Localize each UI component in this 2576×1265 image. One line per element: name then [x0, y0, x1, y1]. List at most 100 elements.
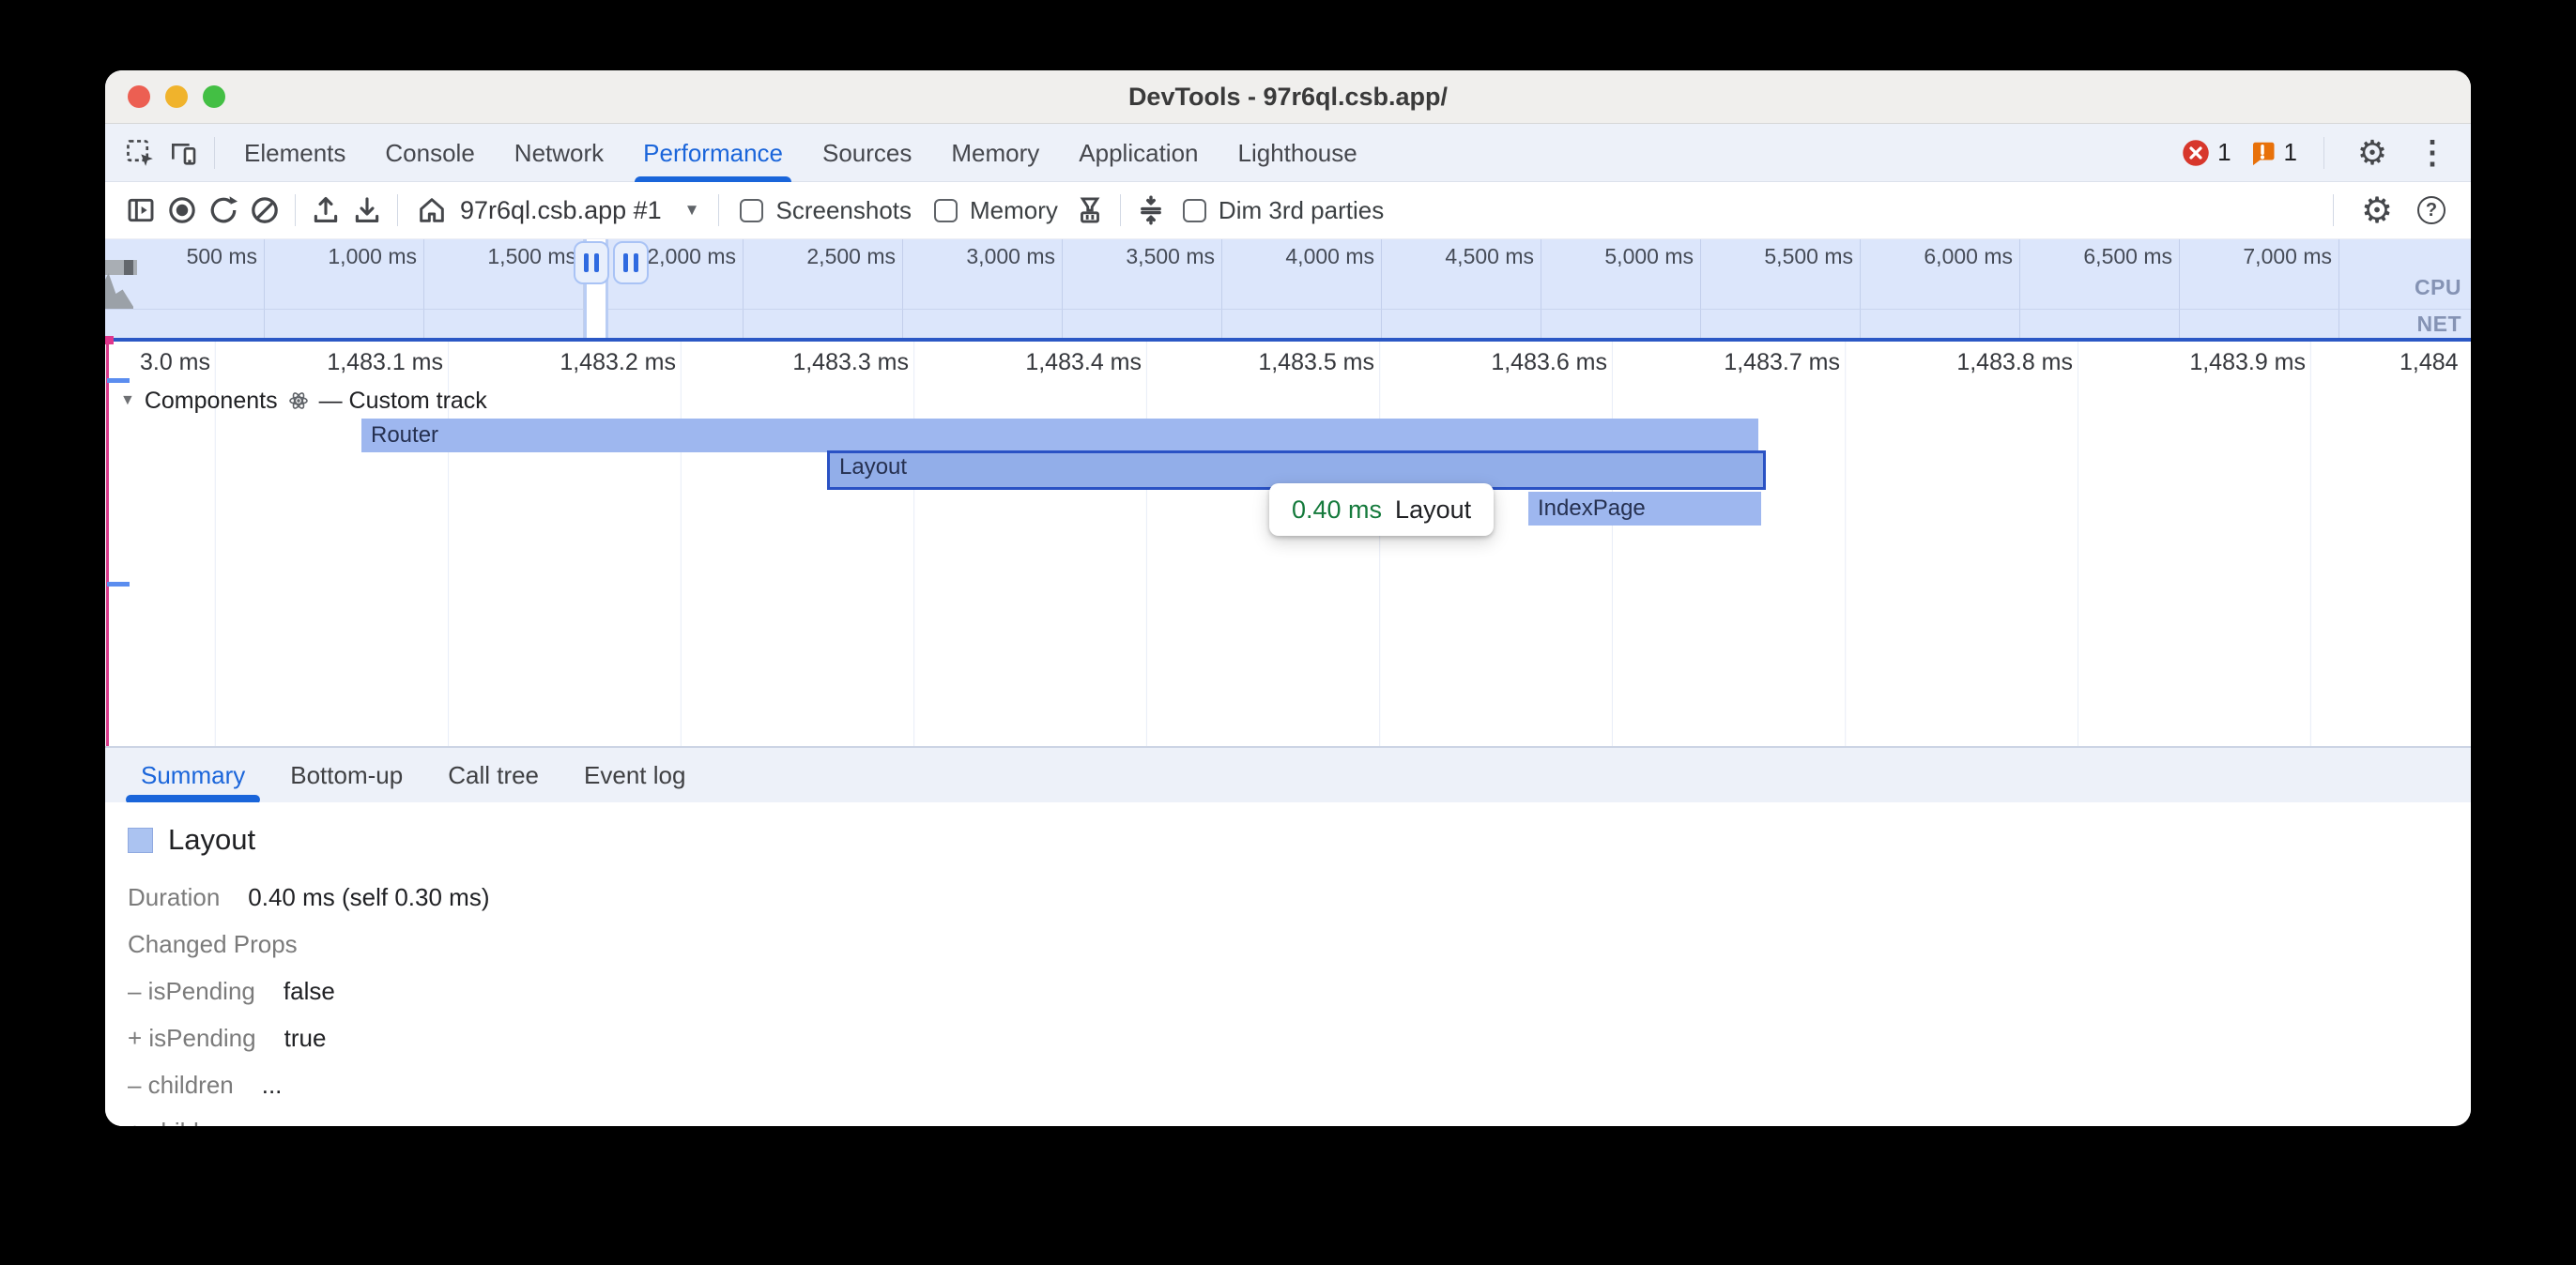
console-errors-badge[interactable]: 1: [2182, 138, 2231, 167]
track-name: Components: [145, 388, 278, 415]
dim-3rd-parties-checkbox[interactable]: Dim 3rd parties: [1183, 196, 1384, 225]
issue-count: 1: [2284, 138, 2297, 167]
ruler-tick: 1,483.8 ms: [1885, 349, 2073, 376]
summary-row-duration: Duration0.40 ms (self 0.30 ms): [128, 883, 2471, 912]
checkbox-box: [740, 199, 763, 222]
reload-and-record-icon[interactable]: [203, 186, 244, 235]
ruler-tick: 1,484: [2400, 349, 2471, 376]
download-profile-icon[interactable]: [346, 186, 388, 235]
track-boundary-marker: [106, 342, 109, 746]
screenshots-checkbox[interactable]: Screenshots: [740, 196, 912, 225]
summary-row-children-new: + children...: [128, 1118, 2471, 1126]
flame-bar-router[interactable]: Router: [361, 419, 1758, 452]
components-track-header[interactable]: ▼ Components — Custom track: [120, 387, 487, 415]
error-count: 1: [2217, 138, 2231, 167]
ruler-tick: 1,483.3 ms: [721, 349, 909, 376]
window-title: DevTools - 97r6ql.csb.app/: [105, 83, 2471, 112]
checkbox-box: [1183, 199, 1206, 222]
tab-event-log[interactable]: Event log: [561, 748, 708, 802]
record-icon[interactable]: [161, 186, 203, 235]
track-suffix: — Custom track: [319, 388, 487, 415]
collect-garbage-icon[interactable]: [1069, 186, 1111, 235]
react-atom-icon: [287, 389, 310, 412]
flame-bar-indexpage[interactable]: IndexPage: [1528, 492, 1761, 526]
summary-row-changed-props: Changed Props: [128, 930, 2471, 959]
shortcuts-compress-icon[interactable]: [1130, 186, 1172, 235]
checkbox-box: [934, 199, 958, 222]
tab-console[interactable]: Console: [365, 124, 494, 182]
divider: [2333, 194, 2334, 226]
track-scroll-marker: [107, 582, 130, 587]
divider: [295, 194, 296, 226]
summary-row-ispending-old: – isPendingfalse: [128, 977, 2471, 1006]
issue-icon: [2248, 139, 2277, 167]
device-toolbar-icon[interactable]: [161, 124, 205, 182]
toggle-sidebar-icon[interactable]: [120, 186, 161, 235]
flame-chart[interactable]: 3.0 ms 1,483.1 ms 1,483.2 ms 1,483.3 ms …: [105, 342, 2471, 746]
summary-row-children-old: – children...: [128, 1071, 2471, 1100]
track-scroll-marker: [107, 378, 130, 383]
divider: [397, 194, 398, 226]
marker-square: [105, 336, 114, 344]
chevron-expanded-icon[interactable]: ▼: [120, 392, 135, 409]
tab-bottom-up[interactable]: Bottom-up: [268, 748, 425, 802]
clear-icon[interactable]: [244, 186, 285, 235]
tab-lighthouse[interactable]: Lighthouse: [1219, 124, 1377, 182]
tab-summary[interactable]: Summary: [118, 748, 268, 802]
target-selector-value: 97r6ql.csb.app #1: [460, 196, 662, 225]
active-tab-underline: [635, 176, 791, 182]
interactions-marker: [105, 260, 137, 275]
kebab-menu-icon[interactable]: ⋮: [2411, 124, 2454, 182]
tooltip-duration: 0.40 ms: [1292, 495, 1382, 525]
capture-settings-gear-icon[interactable]: ⚙: [2356, 186, 2398, 235]
ruler-tick: 3.0 ms: [105, 349, 210, 376]
details-tab-bar: Summary Bottom-up Call tree Event log: [105, 746, 2471, 802]
inspect-element-icon[interactable]: [118, 124, 161, 182]
summary-pane: Layout Duration0.40 ms (self 0.30 ms) Ch…: [105, 802, 2471, 1126]
devtools-window: DevTools - 97r6ql.csb.app/ Elements Cons…: [105, 70, 2471, 1126]
summary-row-ispending-new: + isPendingtrue: [128, 1024, 2471, 1053]
cpu-label: CPU: [2415, 275, 2461, 300]
tab-memory[interactable]: Memory: [931, 124, 1059, 182]
selection-right-handle[interactable]: [613, 241, 649, 284]
panel-tab-bar: Elements Console Network Performance Sou…: [105, 124, 2471, 182]
tab-application[interactable]: Application: [1059, 124, 1218, 182]
tooltip-label: Layout: [1395, 495, 1471, 525]
tab-sources[interactable]: Sources: [803, 124, 931, 182]
cpu-activity-silhouette: [105, 273, 133, 309]
overview-tick: 7,000 ms: [2144, 244, 2332, 269]
tab-performance[interactable]: Performance: [623, 124, 803, 182]
event-tooltip: 0.40 ms Layout: [1269, 483, 1494, 536]
ruler-tick: 1,483.2 ms: [488, 349, 676, 376]
event-color-swatch: [128, 828, 153, 853]
error-icon: [2182, 139, 2210, 167]
overview-detail-divider[interactable]: [105, 338, 2471, 342]
tab-call-tree[interactable]: Call tree: [425, 748, 561, 802]
ruler-tick: 1,483.6 ms: [1419, 349, 1607, 376]
divider: [718, 194, 719, 226]
net-separator: [105, 309, 2471, 310]
titlebar: DevTools - 97r6ql.csb.app/: [105, 70, 2471, 124]
home-icon: [417, 195, 447, 225]
divider: [214, 137, 215, 169]
ruler-tick: 1,483.5 ms: [1187, 349, 1374, 376]
selection-left-handle[interactable]: [574, 241, 609, 284]
summary-title: Layout: [168, 823, 255, 857]
upload-profile-icon[interactable]: [305, 186, 346, 235]
net-label: NET: [2417, 312, 2462, 337]
tab-network[interactable]: Network: [495, 124, 623, 182]
memory-checkbox[interactable]: Memory: [934, 196, 1058, 225]
ruler-tick: 1,483.1 ms: [255, 349, 443, 376]
target-selector-dropdown[interactable]: 97r6ql.csb.app #1 ▼: [407, 195, 709, 225]
divider: [1120, 194, 1121, 226]
performance-toolbar: 97r6ql.csb.app #1 ▼ Screenshots Memory: [105, 182, 2471, 239]
timeline-overview[interactable]: 500 ms 1,000 ms 1,500 ms 2,000 ms 2,500 …: [105, 239, 2471, 338]
issues-badge[interactable]: 1: [2248, 138, 2297, 167]
ruler-tick: 1,483.7 ms: [1652, 349, 1840, 376]
tab-elements[interactable]: Elements: [224, 124, 365, 182]
settings-gear-icon[interactable]: ⚙: [2351, 124, 2394, 182]
divider: [2323, 137, 2324, 169]
chevron-down-icon: ▼: [684, 201, 700, 220]
ruler-tick: 1,483.4 ms: [954, 349, 1142, 376]
help-icon[interactable]: ?: [2411, 186, 2452, 235]
